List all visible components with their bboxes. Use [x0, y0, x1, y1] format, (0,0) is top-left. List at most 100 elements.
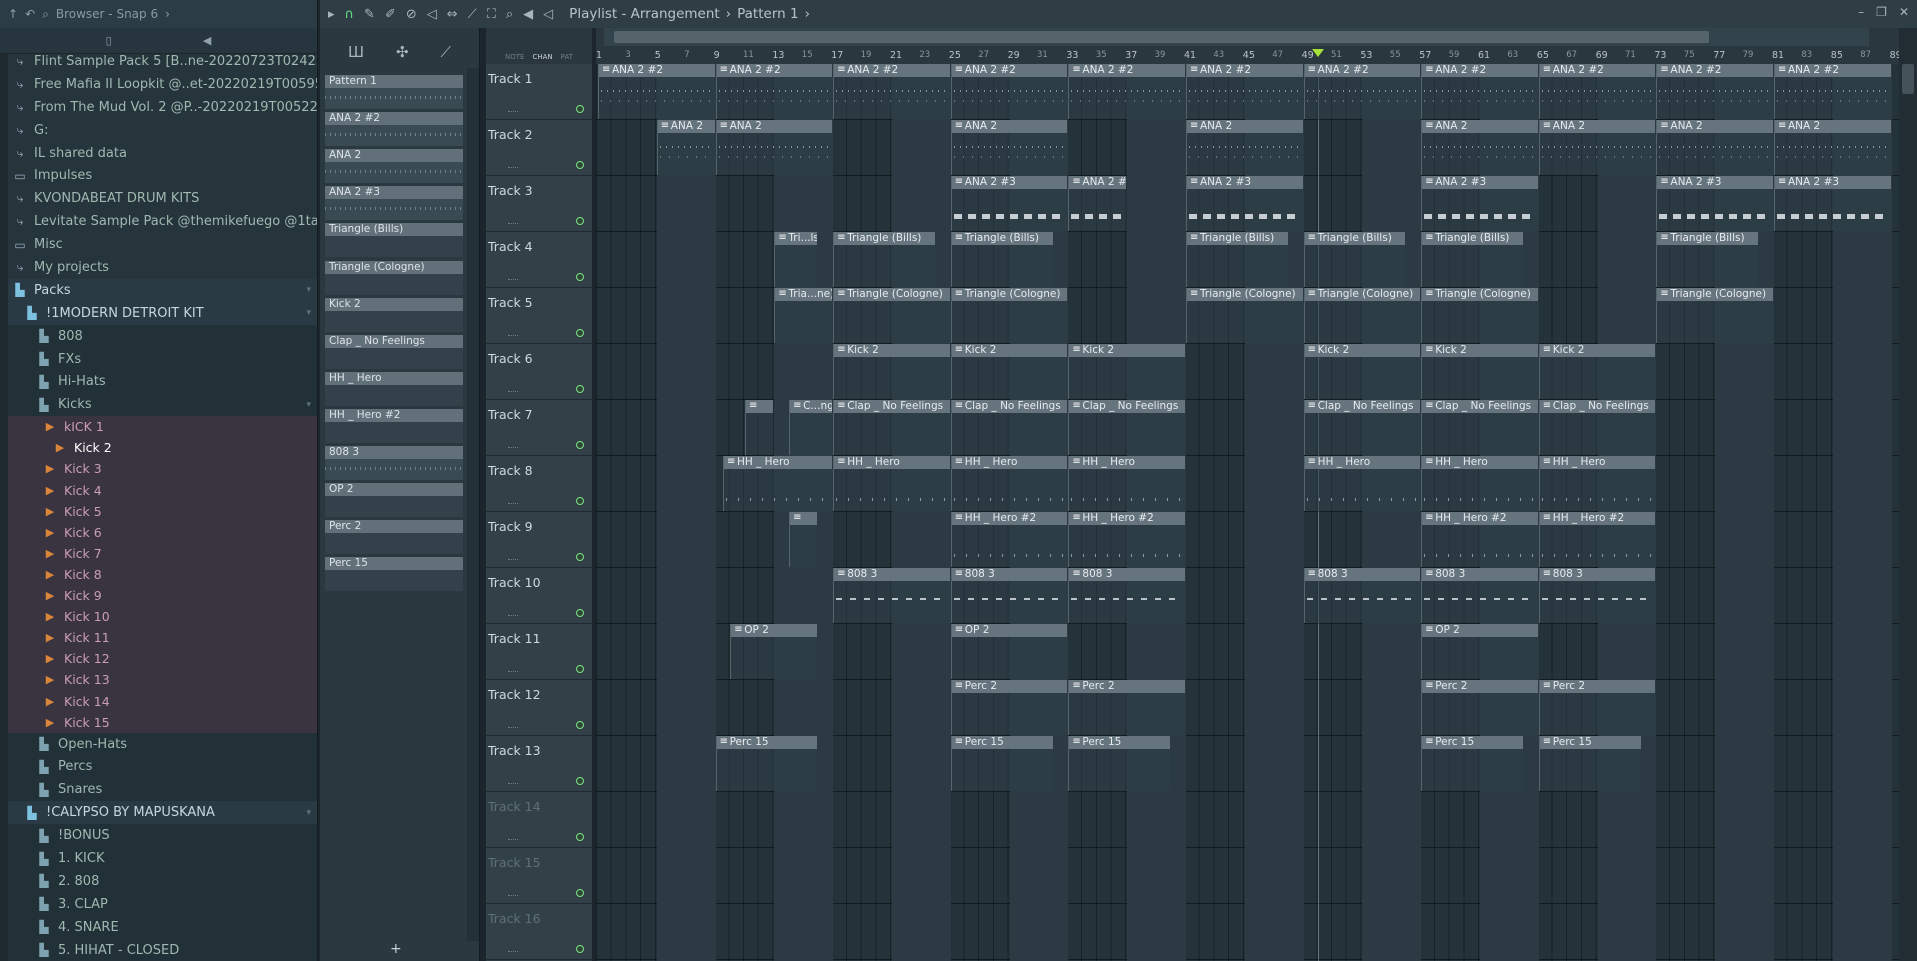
browser-item[interactable]: ▙ 4. SNARE: [8, 915, 317, 939]
track-mute-led-icon[interactable]: [576, 721, 584, 729]
playlist-clip[interactable]: Triangle (Cologne): [1303, 288, 1421, 343]
browser-item[interactable]: ▙ 1. KICK: [8, 847, 317, 870]
browser-item[interactable]: ▙ !1MODERN DETROIT KIT ▾: [8, 301, 317, 325]
playlist-clip[interactable]: HH _ Hero: [1068, 456, 1185, 511]
browser-item[interactable]: ⤷ Flint Sample Pack 5 [B..ne-20220723T024…: [8, 50, 317, 73]
automation-icon[interactable]: ⟋: [441, 43, 452, 61]
undo-icon[interactable]: ↶: [25, 7, 35, 21]
pattern-selector[interactable]: Pattern 1: [737, 6, 798, 22]
playlist-clip[interactable]: HH _ Hero: [1421, 456, 1538, 511]
track-mute-led-icon[interactable]: [576, 609, 584, 617]
pattern-icon[interactable]: Ш: [348, 43, 364, 61]
track-grip-icon[interactable]: [508, 391, 518, 393]
playlist-clip[interactable]: Tria...ne): [774, 288, 833, 343]
playlist-clip[interactable]: Perc 2: [950, 680, 1068, 735]
sample-file-item[interactable]: ▶ Kick 10: [8, 606, 317, 628]
track-mute-led-icon[interactable]: [576, 273, 584, 281]
playlist-clip[interactable]: [789, 512, 818, 567]
picker-clip[interactable]: ANA 2 #2: [325, 112, 463, 147]
expand-arrow-icon[interactable]: ▾: [306, 285, 311, 295]
playlist-clip[interactable]: Perc 15: [1068, 736, 1171, 791]
speaker-icon[interactable]: ◀: [203, 34, 211, 47]
playlist-clip[interactable]: Perc 2: [1068, 680, 1185, 735]
note-tab[interactable]: NOTE: [505, 53, 524, 61]
sample-file-item[interactable]: ▶ Kick 9: [8, 585, 317, 607]
timeline[interactable]: 1 3 5 7 9 11 13 15 17 19 21 23 25 27 29 31 33 35 37 39 41 43 4…: [596, 28, 1902, 64]
close-icon[interactable]: ✕: [1899, 5, 1909, 19]
track-grip-icon[interactable]: [508, 447, 518, 449]
playlist-clip[interactable]: Triangle (Bills): [1303, 232, 1406, 287]
browser-item[interactable]: ▙ Hi-Hats: [8, 370, 317, 394]
playlist-clip[interactable]: Tri...ls): [774, 232, 818, 287]
picker-clip[interactable]: Clap _ No Feelings: [325, 334, 463, 369]
browser-item[interactable]: ⤷ From The Mud Vol. 2 @P..-20220219T00522…: [8, 96, 317, 119]
playlist-clip[interactable]: OP 2: [950, 624, 1068, 679]
playlist-clip[interactable]: Triangle (Bills): [950, 232, 1053, 287]
vertical-scrollbar[interactable]: [1899, 28, 1917, 961]
playlist-clip[interactable]: 808 3: [1303, 568, 1421, 623]
track-header[interactable]: Track 12: [486, 680, 592, 736]
playlist-clip[interactable]: C...ngs: [789, 400, 833, 455]
playlist-clip[interactable]: Perc 2: [1421, 680, 1538, 735]
track-mute-led-icon[interactable]: [576, 441, 584, 449]
slip-icon[interactable]: ⇔: [447, 7, 458, 22]
browser-item[interactable]: ⤷ G:: [8, 119, 317, 142]
playlist-clip[interactable]: Clap _ No Feelings: [1421, 400, 1538, 455]
playlist-clip[interactable]: HH _ Hero: [833, 456, 950, 511]
playlist-clip[interactable]: Triangle (Cologne): [1421, 288, 1538, 343]
track-header[interactable]: Track 3: [486, 176, 592, 232]
playlist-clip[interactable]: HH _ Hero #2: [1538, 512, 1656, 567]
add-icon[interactable]: +: [390, 941, 402, 957]
browser-item[interactable]: ⤷ Levitate Sample Pack @themikefuego @1ta…: [8, 210, 317, 233]
playlist-clip[interactable]: Clap _ No Feelings: [833, 400, 950, 455]
pencil-icon[interactable]: ✎: [364, 7, 375, 22]
sample-file-item[interactable]: ▶ Kick 2: [8, 437, 317, 459]
file-icon[interactable]: ▯: [106, 34, 112, 47]
playlist-clip[interactable]: Triangle (Cologne): [833, 288, 950, 343]
playlist-clip[interactable]: 808 3: [1538, 568, 1656, 623]
playlist-clip[interactable]: ANA 2: [1421, 120, 1538, 175]
track-grip-icon[interactable]: [508, 559, 518, 561]
playlist-clip[interactable]: ANA 2 #3: [1421, 176, 1538, 231]
playlist-clip[interactable]: ANA 2 #3: [1068, 176, 1127, 231]
playlist-clip[interactable]: Triangle (Cologne): [1186, 288, 1303, 343]
restore-icon[interactable]: ❐: [1876, 5, 1887, 19]
chan-tab[interactable]: CHAN: [532, 53, 552, 61]
playlist-clip[interactable]: Clap _ No Feelings: [1068, 400, 1185, 455]
track-mute-led-icon[interactable]: [576, 833, 584, 841]
zoom-icon[interactable]: ⌕: [506, 7, 513, 22]
browser-item[interactable]: ▭ Impulses: [8, 164, 317, 187]
browser-item[interactable]: ▙ 5. HIHAT - CLOSED: [8, 938, 317, 961]
track-mute-led-icon[interactable]: [576, 105, 584, 113]
playlist-clip[interactable]: ANA 2 #3: [1186, 176, 1303, 231]
browser-item[interactable]: ▙ Percs: [8, 755, 317, 779]
playlist-clip[interactable]: ANA 2 #2: [715, 64, 833, 119]
browser-item[interactable]: ⤷ Free Mafia II Loopkit @..et-20220219T00…: [8, 73, 317, 96]
playlist-clip[interactable]: ANA 2: [950, 120, 1068, 175]
browser-item[interactable]: ⤷ KVONDABEAT DRUM KITS: [8, 187, 317, 210]
browser-item[interactable]: ⤷ My projects: [8, 256, 317, 279]
playlist-clip[interactable]: Kick 2: [1303, 344, 1421, 399]
sample-file-item[interactable]: ▶ Kick 7: [8, 542, 317, 564]
track-grip-icon[interactable]: [508, 279, 518, 281]
playlist-clip[interactable]: HH _ Hero: [950, 456, 1068, 511]
up-arrow-icon[interactable]: ↑: [8, 7, 18, 21]
playlist-clip[interactable]: Triangle (Cologne): [950, 288, 1068, 343]
browser-item[interactable]: ▙ Kicks ▾: [8, 393, 317, 417]
playlist-clip[interactable]: ANA 2: [1656, 120, 1773, 175]
track-grip-icon[interactable]: [508, 503, 518, 505]
vertical-scroll-thumb[interactable]: [1902, 64, 1914, 94]
expand-arrow-icon[interactable]: ▾: [306, 308, 311, 318]
browser-item[interactable]: ⤷ IL shared data: [8, 142, 317, 165]
track-mute-led-icon[interactable]: [576, 329, 584, 337]
browser-item[interactable]: ▙ Packs ▾: [8, 278, 317, 302]
picker-clip[interactable]: Triangle (Bills): [325, 223, 463, 258]
sample-file-item[interactable]: ▶ Kick 5: [8, 500, 317, 522]
picker-clip[interactable]: Perc 15: [325, 557, 463, 592]
playlist-clip[interactable]: HH _ Hero #2: [1068, 512, 1185, 567]
track-mute-led-icon[interactable]: [576, 665, 584, 673]
sample-file-item[interactable]: ▶ Kick 14: [8, 690, 317, 712]
picker-clip[interactable]: Pattern 1: [325, 75, 463, 109]
playlist-clip[interactable]: HH _ Hero: [722, 456, 833, 511]
track-grip-icon[interactable]: [508, 895, 518, 897]
